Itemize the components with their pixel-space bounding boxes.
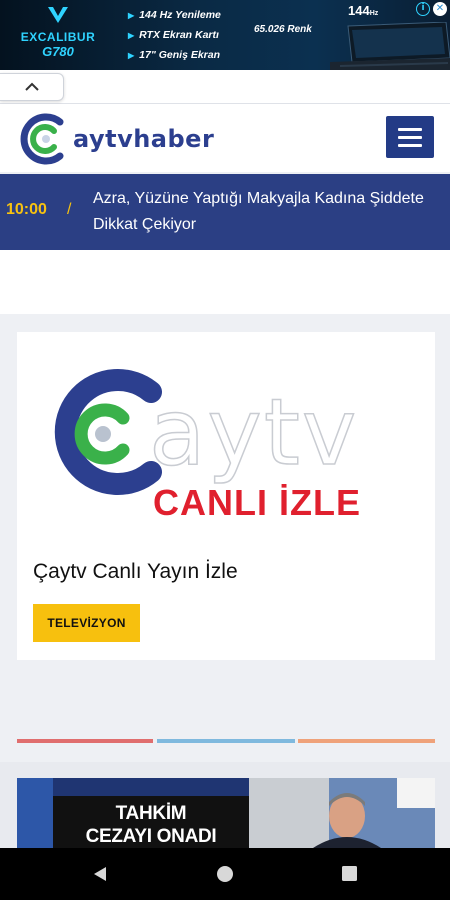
menu-bar bbox=[398, 136, 422, 139]
next-post-thumbnail[interactable]: TAHKİM CEZAYI ONADI bbox=[17, 778, 435, 848]
chevron-up-icon bbox=[25, 82, 39, 91]
post-thumbnail[interactable]: aytv CANLI İZLE bbox=[17, 332, 435, 552]
home-icon[interactable] bbox=[216, 865, 234, 883]
triangle-bullet-icon: ▶ bbox=[128, 31, 135, 40]
recents-icon[interactable] bbox=[342, 866, 357, 881]
site-logo[interactable]: aytvhaber bbox=[16, 112, 232, 166]
site-header: aytvhaber bbox=[0, 104, 450, 172]
ticker-headline-link[interactable]: Azra, Yüzüne Yaptığı Makyajla Kadına Şid… bbox=[93, 186, 450, 238]
back-icon[interactable] bbox=[92, 866, 108, 882]
ad-brand-model: G780 bbox=[42, 44, 74, 59]
ad-feature: ▶ 17" Geniş Ekran bbox=[128, 49, 221, 61]
ad-feature: ▶ RTX Ekran Kartı bbox=[128, 29, 219, 41]
slider-indicator[interactable] bbox=[298, 739, 435, 743]
spacer bbox=[0, 250, 450, 314]
next-post-image-headline: TAHKİM CEZAYI ONADI bbox=[53, 802, 249, 848]
slider-indicator[interactable] bbox=[17, 739, 153, 743]
triangle-bullet-icon: ▶ bbox=[128, 11, 135, 20]
ticker-separator: / bbox=[67, 201, 72, 218]
triangle-bullet-icon: ▶ bbox=[128, 51, 135, 60]
ad-collapse-button[interactable] bbox=[0, 73, 64, 101]
cay-logo-icon bbox=[20, 113, 64, 165]
menu-bar bbox=[398, 144, 422, 147]
person-photo bbox=[313, 793, 381, 848]
slider-indicator[interactable] bbox=[157, 739, 295, 743]
image-logo-text: aytv bbox=[149, 379, 358, 486]
android-navigation-bar bbox=[0, 848, 450, 900]
ad-color-count: 65.026 Renk bbox=[254, 24, 312, 35]
headline-line: CEZAYI ONADI bbox=[85, 826, 217, 847]
brand-v-icon bbox=[48, 7, 68, 23]
breaking-news-ticker: 10:00 / Azra, Yüzüne Yaptığı Makyajla Ka… bbox=[0, 174, 450, 250]
hamburger-menu-button[interactable] bbox=[386, 116, 434, 158]
ad-banner[interactable]: EXCALIBUR G780 ▶ 144 Hz Yenileme ▶ RTX Ekr… bbox=[0, 0, 450, 70]
caytv-canli-izle-image: aytv CANLI İZLE bbox=[54, 369, 361, 523]
post-title-link[interactable]: Çaytv Canlı Yayın İzle bbox=[33, 560, 238, 584]
ad-collapse-row bbox=[0, 70, 450, 104]
image-caption-text: CANLI İZLE bbox=[153, 482, 361, 523]
logo-patch bbox=[397, 778, 435, 808]
headline-line: TAHKİM bbox=[115, 803, 187, 824]
ad-info-icon[interactable]: i bbox=[416, 2, 430, 16]
menu-bar bbox=[398, 128, 422, 131]
laptop-image bbox=[330, 22, 450, 70]
post-card[interactable]: aytv CANLI İZLE Çaytv Canlı Yayın İzle T… bbox=[17, 332, 435, 660]
ad-feature: ▶ 144 Hz Yenileme bbox=[128, 9, 221, 21]
ticker-time: 10:00 bbox=[6, 201, 47, 218]
ad-feature-list: ▶ 144 Hz Yenileme ▶ RTX Ekran Kartı ▶ 17" G… bbox=[128, 5, 221, 65]
image-bg-left bbox=[17, 778, 53, 848]
logo-text: aytvhaber bbox=[73, 125, 215, 153]
ad-brand-name: EXCALIBUR bbox=[20, 30, 96, 44]
ad-close-icon[interactable]: ✕ bbox=[433, 2, 447, 16]
category-tag[interactable]: TELEVİZYON bbox=[33, 604, 140, 642]
ad-hz-badge: 144Hz bbox=[348, 3, 379, 18]
ad-brand: EXCALIBUR G780 bbox=[8, 6, 108, 59]
